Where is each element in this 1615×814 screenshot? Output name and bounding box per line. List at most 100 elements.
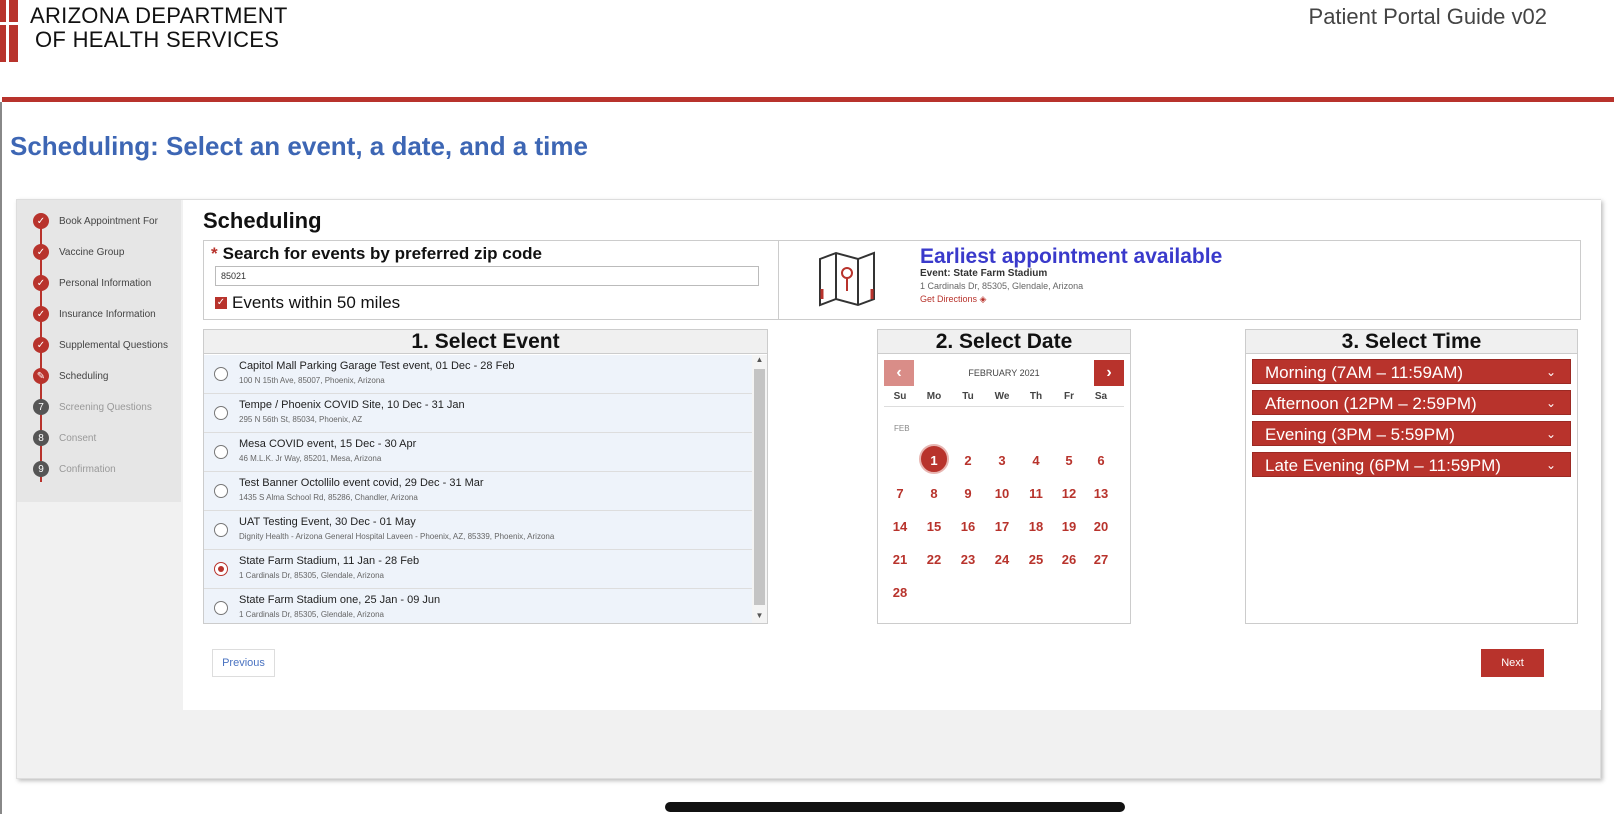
calendar-divider (884, 406, 1124, 407)
weekday-label: Mo (926, 391, 942, 402)
radio-button[interactable] (214, 601, 228, 615)
event-option[interactable]: Tempe / Phoenix COVID Site, 10 Dec - 31 … (204, 394, 752, 433)
check-icon: ✓ (33, 306, 49, 322)
search-divider (778, 241, 779, 319)
time-slot-evening[interactable]: Evening (3PM – 5:59PM) ⌄ (1252, 421, 1571, 446)
within-miles-label: Events within 50 miles (232, 293, 401, 312)
scroll-thumb[interactable] (754, 369, 765, 605)
calendar-day[interactable]: 18 (1021, 517, 1051, 537)
home-indicator (665, 802, 1125, 812)
step-supplemental-questions[interactable]: ✓ Supplemental Questions (33, 335, 168, 355)
radio-button[interactable] (214, 445, 228, 459)
event-address: 295 N 56th St, 85034, Phoenix, AZ (239, 415, 363, 424)
checkbox-checked-icon: ✓ (215, 297, 227, 309)
zip-code-input[interactable] (215, 266, 759, 286)
event-list-scrollbar[interactable]: ▲ ▼ (752, 355, 767, 623)
calendar-day[interactable]: 17 (987, 517, 1017, 537)
select-event-header: 1. Select Event (204, 330, 767, 354)
event-option[interactable]: Test Banner Octollilo event covid, 29 De… (204, 472, 752, 511)
calendar-prev-button[interactable]: ‹ (884, 360, 914, 386)
adhs-logo: ARIZONA DEPARTMENT OF HEALTH SERVICES (0, 0, 300, 64)
org-name: ARIZONA DEPARTMENT OF HEALTH SERVICES (30, 4, 288, 52)
step-number: 7 (33, 399, 49, 415)
calendar-day[interactable]: 12 (1054, 484, 1084, 504)
step-book-appointment-for[interactable]: ✓ Book Appointment For (33, 211, 158, 231)
chevron-down-icon: ⌄ (1545, 365, 1556, 379)
radio-button[interactable] (214, 367, 228, 381)
calendar-day[interactable]: 21 (885, 550, 915, 570)
event-option[interactable]: UAT Testing Event, 30 Dec - 01 May Digni… (204, 511, 752, 550)
search-label-text: Search for events by preferred zip code (222, 244, 542, 263)
scheduling-content: Scheduling * Search for events by preferr… (183, 200, 1601, 710)
calendar-day[interactable]: 27 (1086, 550, 1116, 570)
step-vaccine-group[interactable]: ✓ Vaccine Group (33, 242, 124, 262)
calendar-day[interactable]: 7 (885, 484, 915, 504)
previous-button[interactable]: Previous (212, 649, 275, 677)
within-miles-checkbox[interactable]: ✓ Events within 50 miles (215, 293, 400, 313)
calendar-day[interactable]: 15 (919, 517, 949, 537)
steps-sidebar: ✓ Book Appointment For ✓ Vaccine Group ✓… (17, 200, 181, 502)
event-address: 1 Cardinals Dr, 85305, Glendale, Arizona (239, 610, 384, 619)
calendar-day[interactable]: 8 (919, 484, 949, 504)
weekday-label: Su (893, 391, 907, 402)
weekday-label: Sa (1094, 391, 1108, 402)
time-slot-afternoon[interactable]: Afternoon (12PM – 2:59PM) ⌄ (1252, 390, 1571, 415)
calendar-day[interactable]: 24 (987, 550, 1017, 570)
header-divider (2, 97, 1614, 102)
radio-button[interactable] (214, 523, 228, 537)
time-slot-morning[interactable]: Morning (7AM – 11:59AM) ⌄ (1252, 359, 1571, 384)
weekday-label: Tu (962, 391, 974, 402)
calendar-day[interactable]: 2 (953, 451, 983, 471)
calendar-day[interactable]: 20 (1086, 517, 1116, 537)
select-time-panel: 3. Select Time Morning (7AM – 11:59AM) ⌄ … (1245, 329, 1578, 624)
calendar-day[interactable]: 23 (953, 550, 983, 570)
scroll-down-arrow-icon[interactable]: ▼ (752, 611, 767, 623)
calendar-month: FEBRUARY 2021 (968, 368, 1040, 378)
get-directions-link[interactable]: Get Directions ◈ (920, 294, 986, 305)
event-name: State Farm Stadium, 11 Jan - 28 Feb (239, 555, 420, 567)
step-insurance-information[interactable]: ✓ Insurance Information (33, 304, 156, 324)
calendar-day-selected[interactable]: 1 (919, 444, 949, 474)
step-personal-information[interactable]: ✓ Personal Information (33, 273, 151, 293)
calendar-day[interactable]: 10 (987, 484, 1017, 504)
step-scheduling[interactable]: ✎ Scheduling (33, 366, 108, 386)
check-icon: ✓ (33, 275, 49, 291)
chevron-down-icon: ⌄ (1545, 427, 1556, 441)
event-option[interactable]: State Farm Stadium one, 25 Jan - 09 Jun … (204, 589, 752, 623)
calendar-next-button[interactable]: › (1094, 360, 1124, 386)
calendar-day[interactable]: 19 (1054, 517, 1084, 537)
event-option-selected[interactable]: State Farm Stadium, 11 Jan - 28 Feb 1 Ca… (204, 550, 752, 589)
next-button[interactable]: Next (1481, 649, 1544, 677)
calendar-day[interactable]: 9 (953, 484, 983, 504)
time-slot-late-evening[interactable]: Late Evening (6PM – 11:59PM) ⌄ (1252, 452, 1571, 477)
calendar-day[interactable]: 3 (987, 451, 1017, 471)
event-option[interactable]: Capitol Mall Parking Garage Test event, … (204, 355, 752, 394)
weekday-label: Fr (1064, 391, 1074, 402)
event-address: 1 Cardinals Dr, 85305, Glendale, Arizona (239, 571, 384, 580)
step-confirmation: 9 Confirmation (33, 459, 116, 479)
calendar-day[interactable]: 28 (885, 583, 915, 603)
calendar-day[interactable]: 16 (953, 517, 983, 537)
weekday-label: We (994, 391, 1010, 402)
calendar-day[interactable]: 26 (1054, 550, 1084, 570)
calendar-day[interactable]: 6 (1086, 451, 1116, 471)
slide-title: Scheduling: Select an event, a date, and… (10, 131, 588, 161)
radio-button[interactable] (214, 484, 228, 498)
calendar-day[interactable]: 25 (1021, 550, 1051, 570)
radio-button[interactable] (214, 406, 228, 420)
check-icon: ✓ (33, 244, 49, 260)
calendar-day[interactable]: 22 (919, 550, 949, 570)
required-mark: * (211, 244, 218, 263)
step-label: Consent (59, 432, 97, 444)
select-date-panel: 2. Select Date ‹ FEBRUARY 2021 › Su Mo Tu W… (877, 329, 1131, 624)
chevron-down-icon: ⌄ (1545, 458, 1556, 472)
calendar-day[interactable]: 14 (885, 517, 915, 537)
event-address: 1435 S Alma School Rd, 85286, Chandler, … (239, 493, 418, 502)
scroll-up-arrow-icon[interactable]: ▲ (752, 355, 767, 367)
calendar-day[interactable]: 13 (1086, 484, 1116, 504)
calendar-day[interactable]: 5 (1054, 451, 1084, 471)
event-option[interactable]: Mesa COVID event, 15 Dec - 30 Apr 46 M.L… (204, 433, 752, 472)
calendar-day[interactable]: 4 (1021, 451, 1051, 471)
calendar-day[interactable]: 11 (1021, 484, 1051, 504)
radio-button-selected[interactable] (214, 562, 228, 576)
